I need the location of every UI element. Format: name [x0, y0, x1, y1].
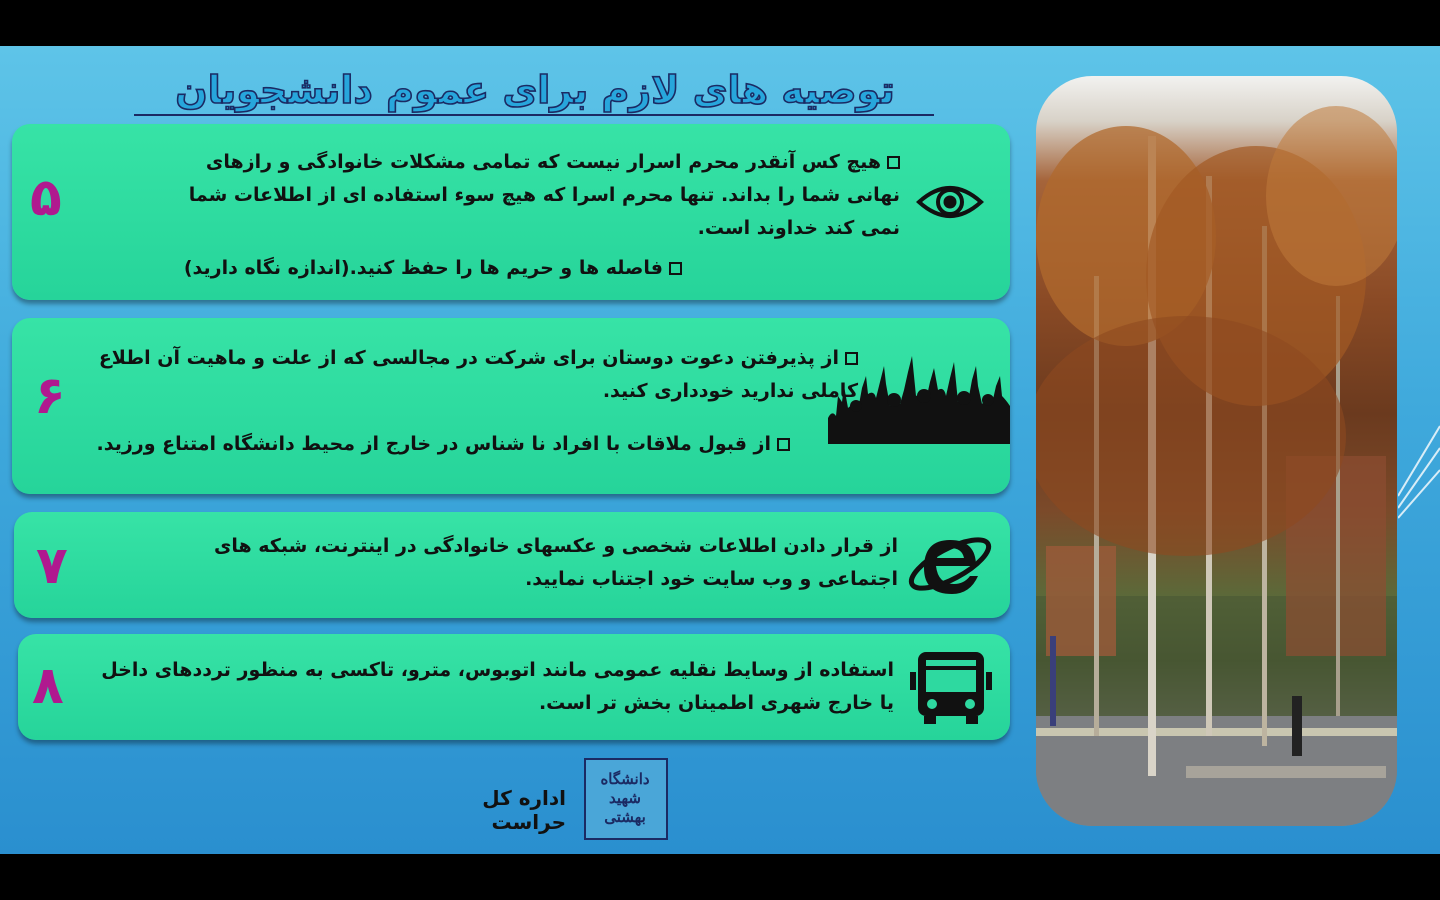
- card-number: ۵: [30, 168, 62, 228]
- title-underline: [134, 114, 934, 116]
- card-number: ۷: [36, 536, 68, 596]
- card-6: ۶ از پذیرفتن دعوت دوستان برای شرکت در مج…: [12, 318, 1010, 494]
- university-logo-text: دانشگاه شهید بهشتی: [600, 770, 650, 826]
- card-text: استفاده از وسایط نقلیه عمومی مانند اتوبو…: [101, 659, 894, 714]
- card-5: ۵ هیچ کس آنقدر محرم اسرار نیست که تمامی …: [12, 124, 1010, 300]
- checkbox-bullet-icon: [777, 438, 790, 451]
- university-logo: دانشگاه شهید بهشتی: [584, 758, 668, 840]
- checkbox-bullet-icon: [669, 262, 682, 275]
- internet-explorer-icon: [908, 537, 992, 594]
- checkbox-bullet-icon: [887, 156, 900, 169]
- card-text: از قرار دادن اطلاعات شخصی و عکسهای خانوا…: [213, 535, 898, 590]
- crowd-icon: [828, 356, 1010, 444]
- autumn-trees-photo: [1036, 76, 1397, 826]
- eye-icon: [916, 186, 984, 218]
- card-7: ۷ از قرار دادن اطلاعات شخصی و عکسهای خان…: [14, 512, 1010, 618]
- card-bullet: از قبول ملاقات با افراد نا شناس در خارج …: [94, 428, 790, 461]
- card-number: ۶: [34, 366, 66, 426]
- card-8: ۸ استفاده از وسایط نقلیه عمومی مانند اتو…: [18, 634, 1010, 740]
- bus-icon: [910, 652, 992, 724]
- card-bullet: هیچ کس آنقدر محرم اسرار نیست که تمامی مش…: [188, 151, 900, 239]
- card-bullet: از پذیرفتن دعوت دوستان برای شرکت در مجال…: [98, 347, 858, 402]
- card-number: ۸: [32, 656, 64, 716]
- security-office-label: اداره کل حراست: [482, 786, 566, 834]
- card-bullet: فاصله ها و حریم ها را حفظ کنید.(اندازه ن…: [172, 252, 682, 285]
- slide-title: توصیه های لازم برای عموم دانشجویان: [174, 67, 895, 113]
- decorative-lines: [1398, 425, 1440, 519]
- slide: توصیه های لازم برای عموم دانشجویان ۵ هیچ…: [0, 46, 1440, 854]
